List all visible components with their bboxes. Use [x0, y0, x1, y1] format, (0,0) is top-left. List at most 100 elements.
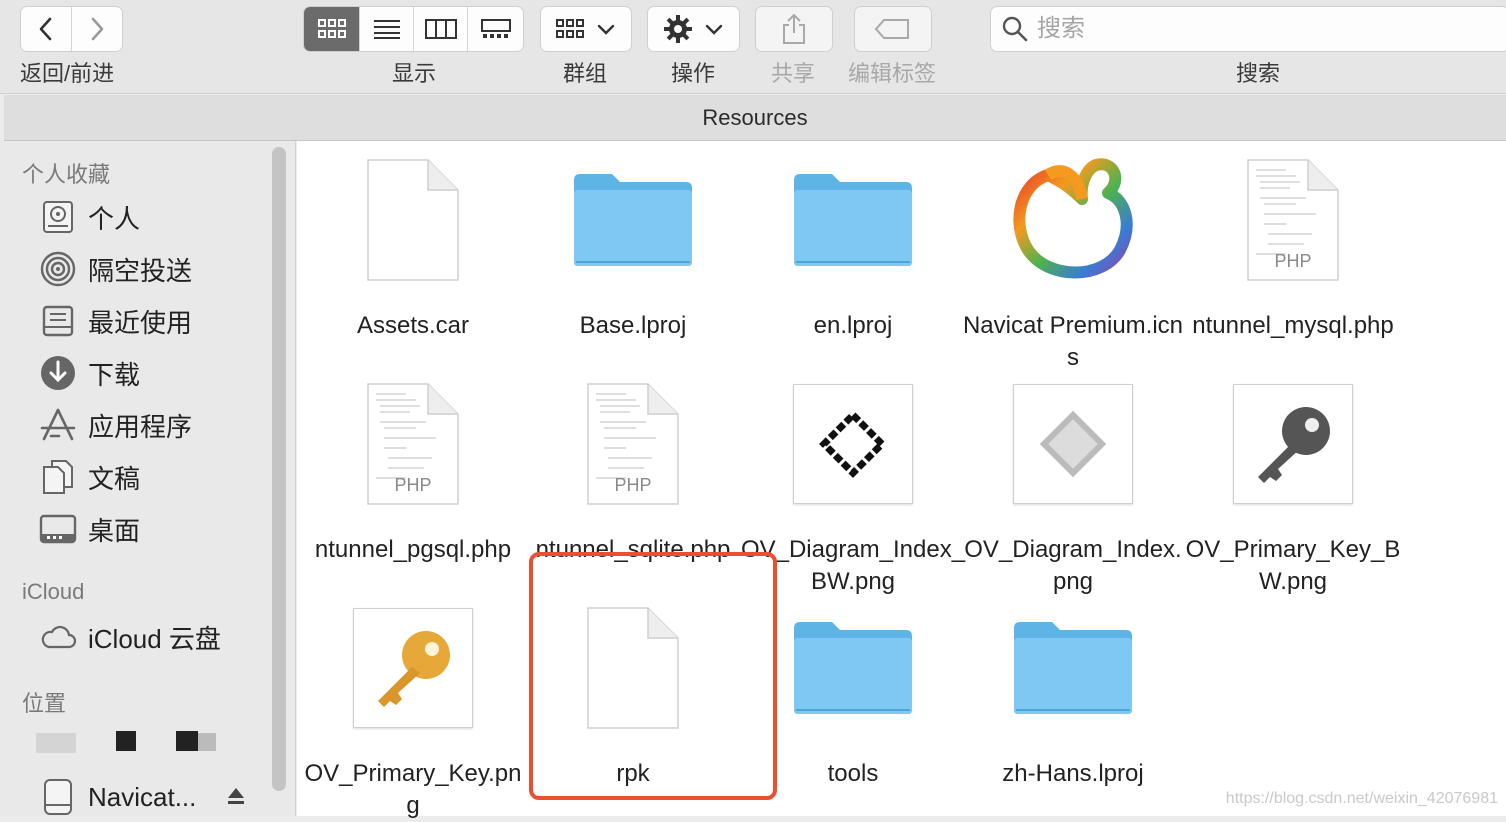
diamond-bw-icon [793, 384, 913, 504]
share-label: 共享 [771, 61, 816, 86]
diamond-gray-icon [1013, 384, 1133, 504]
list-icon [373, 20, 400, 39]
sidebar-item-label: 个人 [88, 203, 141, 234]
gear-icon [663, 15, 692, 43]
redacted-location [36, 731, 246, 755]
gallery-view-button[interactable] [468, 7, 523, 51]
column-view-button[interactable] [414, 7, 468, 51]
file-name: ntunnel_pgsql.php [314, 536, 512, 563]
group-label: 群组 [563, 61, 608, 86]
thumbnail [963, 379, 1183, 509]
file-name: Assets.car [356, 312, 470, 339]
sidebar-item-label: iCloud 云盘 [88, 623, 221, 654]
window-title: Resources [4, 95, 1506, 141]
file-name: Base.lproj [579, 312, 687, 339]
forward-button[interactable] [72, 7, 123, 51]
icon-view-button[interactable] [304, 7, 360, 51]
cloud-icon [38, 617, 78, 657]
php-file-icon: PHP [1183, 155, 1403, 285]
chevron-left-icon [39, 17, 52, 41]
toolbar: 返回/前进 显示 群组 操作 共享 编辑标签 搜索 [0, 0, 1506, 94]
folder-icon [963, 603, 1183, 733]
grid-icon [317, 19, 346, 38]
file-name: Navicat Premium.icns [962, 312, 1184, 371]
thumbnail [303, 603, 523, 733]
sidebar-item-recents[interactable]: 最近使用 [38, 299, 192, 343]
file-name: zh-Hans.lproj [1002, 760, 1144, 787]
file-name: OV_Primary_Key_BW.png [1185, 536, 1401, 595]
sidebar: 个人收藏 个人 隔空投送 最近使用 下载 应用程序 文稿 桌面 iCloud i… [0, 141, 296, 816]
sidebar-item-label: Navicat... [88, 781, 197, 812]
sidebar-item-label: 文稿 [88, 463, 141, 494]
list-view-button[interactable] [360, 7, 414, 51]
highlight-box [529, 552, 777, 800]
navicat-logo-icon [963, 155, 1183, 285]
view-mode-control [303, 6, 524, 52]
folder-icon [523, 155, 743, 285]
sidebar-item-icloud-drive[interactable]: iCloud 云盘 [38, 615, 221, 659]
file-name: ntunnel_mysql.php [1192, 312, 1394, 339]
columns-icon [424, 19, 457, 39]
locations-header: 位置 [22, 691, 67, 716]
group-icon [556, 19, 584, 38]
thumbnail [743, 379, 963, 509]
php-file-icon: PHP [523, 379, 743, 509]
folder-icon [743, 155, 963, 285]
sidebar-item-label: 应用程序 [88, 411, 193, 442]
document-icon [303, 155, 523, 285]
sidebar-item-airdrop[interactable]: 隔空投送 [38, 247, 192, 291]
php-file-icon: PHP [303, 379, 523, 509]
sidebar-item-navicat-volume[interactable]: Navicat... [38, 775, 246, 819]
desktop-icon [38, 509, 78, 549]
documents-icon [38, 457, 78, 497]
chevron-down-icon [597, 24, 615, 35]
favorites-header: 个人收藏 [22, 162, 111, 187]
applications-icon [38, 405, 78, 445]
icloud-header: iCloud [22, 579, 85, 604]
group-button[interactable] [540, 6, 632, 52]
disk-icon [38, 777, 78, 817]
sidebar-item-label: 下载 [88, 359, 141, 390]
edit-tags-button[interactable] [854, 6, 932, 52]
key-bw-icon [1233, 384, 1353, 504]
file-name: en.lproj [813, 312, 893, 339]
php-badge: PHP [394, 475, 432, 495]
tag-icon [874, 19, 909, 39]
downloads-icon [38, 353, 78, 393]
php-badge: PHP [1274, 251, 1312, 271]
edit-tags-label: 编辑标签 [848, 61, 937, 86]
search-icon [1002, 16, 1028, 42]
eject-icon[interactable] [226, 782, 246, 813]
back-forward-control [20, 6, 123, 52]
home-icon [38, 197, 78, 237]
airdrop-icon [38, 249, 78, 289]
chevron-right-icon [91, 17, 104, 41]
php-badge: PHP [614, 475, 652, 495]
sidebar-item-desktop[interactable]: 桌面 [38, 507, 140, 551]
share-icon [783, 13, 805, 44]
back-button[interactable] [21, 7, 72, 51]
window-title-text: Resources [702, 104, 808, 130]
sidebar-scrollbar[interactable] [272, 147, 286, 791]
recents-icon [38, 301, 78, 341]
search-input[interactable] [1037, 15, 1477, 43]
file-name: OV_Diagram_Index.png [964, 536, 1182, 595]
watermark: https://blog.csdn.net/weixin_42076981 [1225, 790, 1498, 807]
action-button[interactable] [647, 6, 740, 52]
sidebar-item-label: 最近使用 [88, 307, 193, 338]
sidebar-item-documents[interactable]: 文稿 [38, 455, 140, 499]
view-label: 显示 [392, 61, 437, 86]
key-gold-icon [353, 608, 473, 728]
search-label: 搜索 [1236, 61, 1281, 86]
search-field[interactable] [990, 6, 1506, 52]
chevron-down-icon [705, 24, 722, 35]
back-forward-label: 返回/前进 [20, 61, 115, 86]
share-button[interactable] [755, 6, 833, 52]
file-name: OV_Primary_Key.png [304, 760, 522, 819]
gallery-icon [480, 19, 511, 38]
thumbnail [1183, 379, 1403, 509]
sidebar-item-downloads[interactable]: 下载 [38, 351, 140, 395]
sidebar-item-applications[interactable]: 应用程序 [38, 403, 192, 447]
file-browser: Assets.car Base.lproj en.lproj Navicat P… [297, 141, 1506, 819]
sidebar-item-home[interactable]: 个人 [38, 195, 140, 239]
